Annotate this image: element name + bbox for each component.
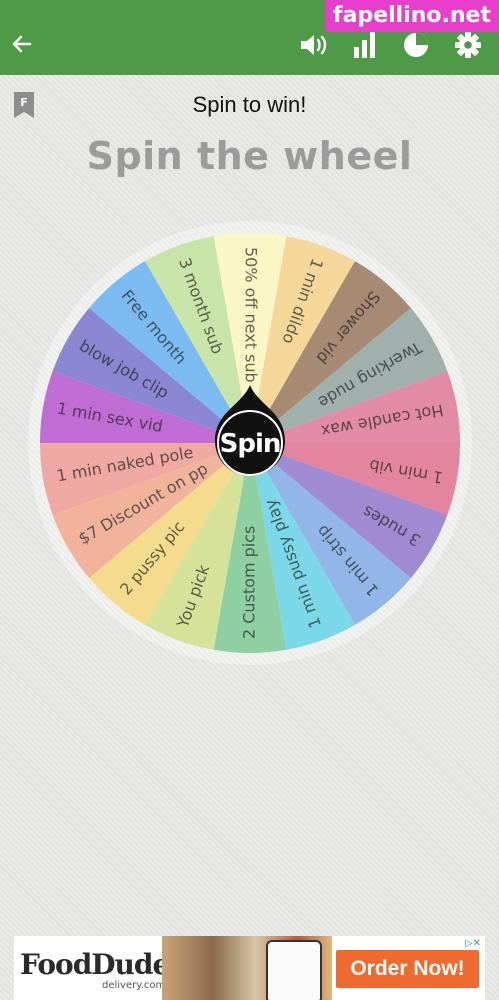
settings-button[interactable] <box>453 30 483 60</box>
ad-banner[interactable]: FoodDudes delivery.com Order Now! ▷✕ <box>14 936 485 1000</box>
stats-button[interactable] <box>350 30 380 60</box>
results-button[interactable] <box>401 30 431 60</box>
ad-brand-sub: delivery.com <box>102 980 166 991</box>
sound-button[interactable] <box>298 30 328 60</box>
arrow-left-icon <box>12 35 32 53</box>
watermark: fapellino.net <box>325 0 499 32</box>
gear-icon <box>455 32 481 58</box>
ad-close-icon[interactable]: ▷✕ <box>463 938 483 952</box>
ad-brand: FoodDudes <box>20 948 185 981</box>
bar-chart-icon <box>354 32 375 58</box>
page-title: Spin to win! <box>192 92 307 117</box>
ad-phone-image <box>266 940 322 1000</box>
order-now-button[interactable]: Order Now! <box>336 950 479 988</box>
pie-chart-icon <box>404 33 428 57</box>
wheel-heading: Spin the wheel <box>86 134 413 178</box>
volume-icon <box>301 35 327 55</box>
back-button[interactable] <box>6 28 38 60</box>
